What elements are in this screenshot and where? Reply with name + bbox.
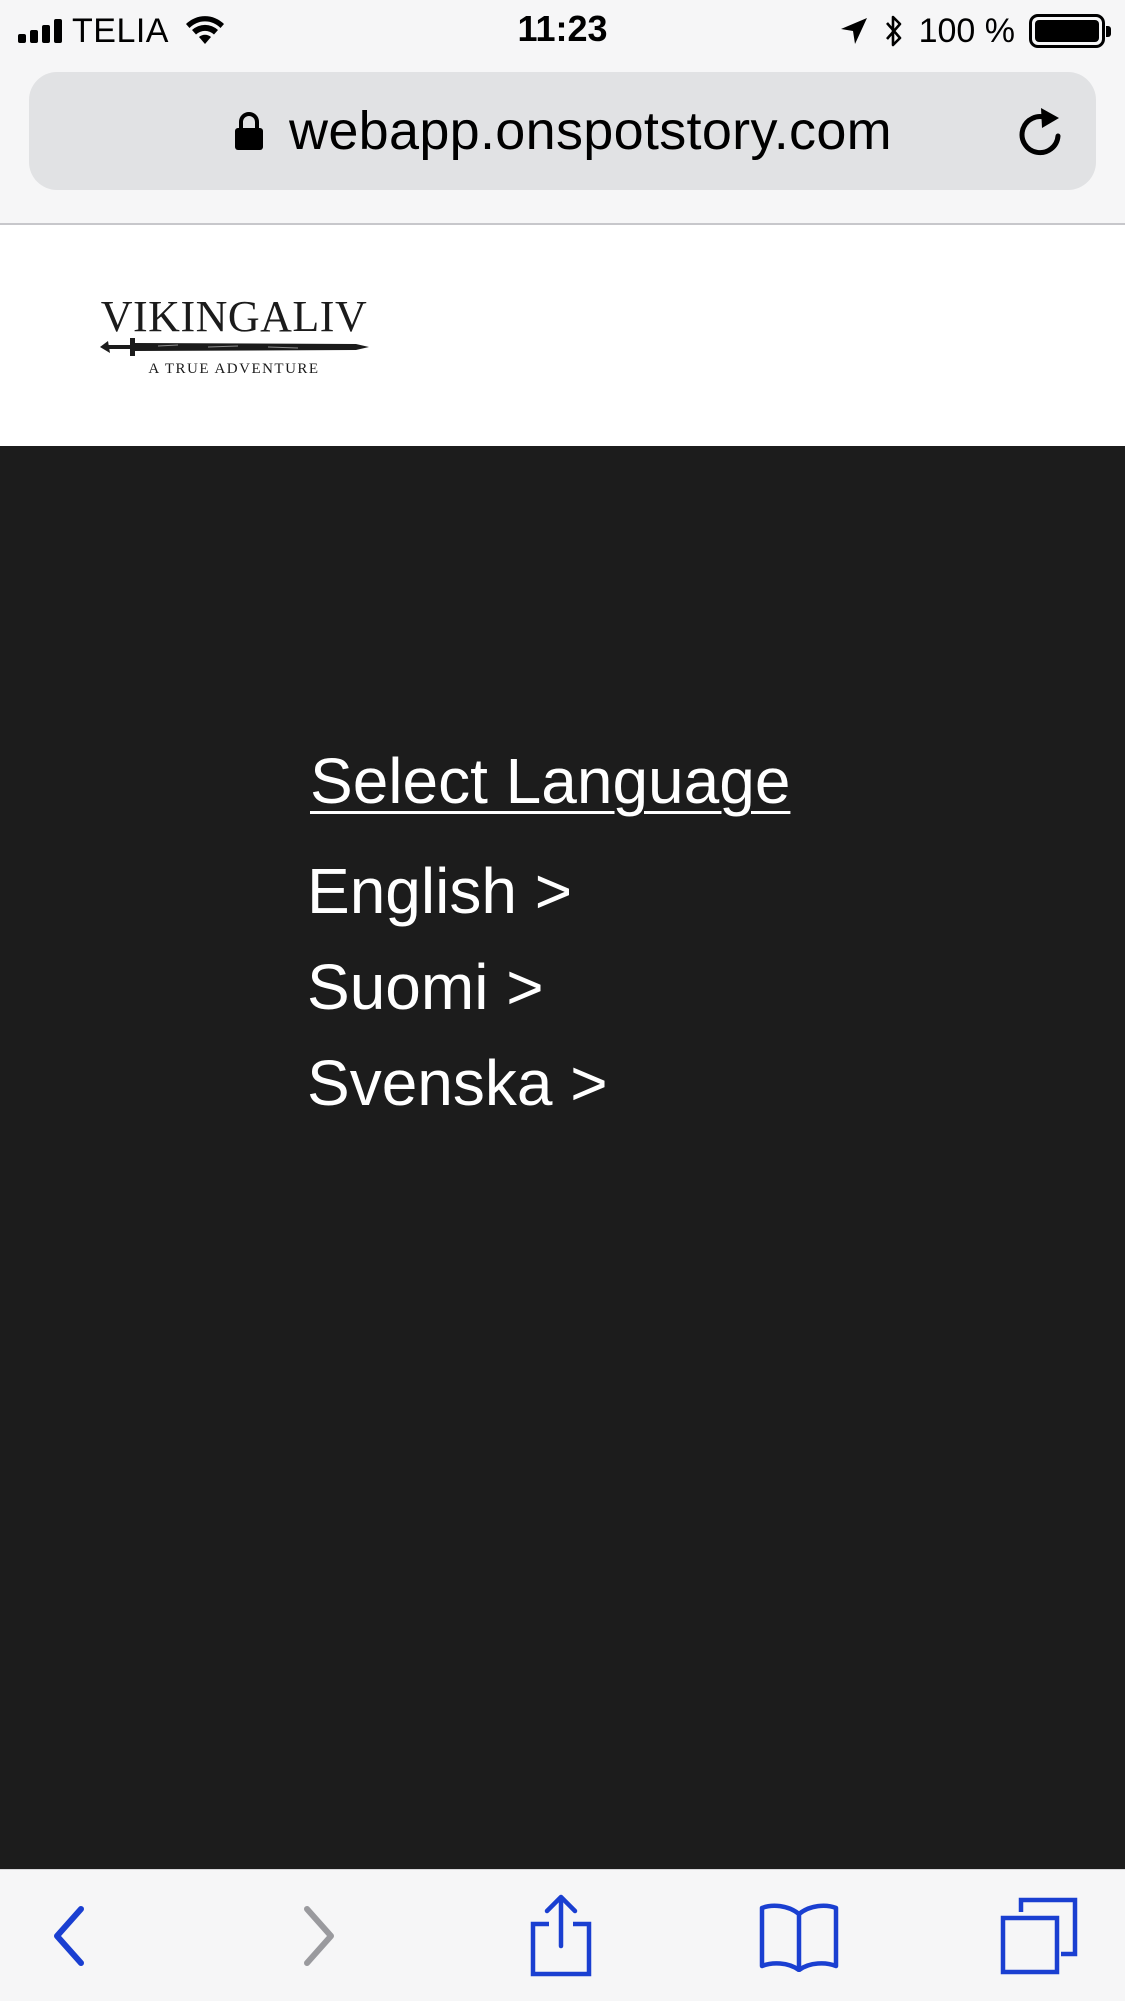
lock-icon: [235, 112, 264, 150]
bluetooth-icon: [885, 15, 901, 47]
sword-icon: [100, 338, 369, 356]
site-header: VIKINGALIV A TRUE ADVENTURE: [0, 225, 1125, 446]
logo-subtitle: A TRUE ADVENTURE: [148, 361, 320, 377]
language-option-svenska[interactable]: Svenska >: [307, 1046, 608, 1120]
share-icon: [530, 1894, 592, 1977]
battery-percentage: 100 %: [918, 11, 1015, 50]
forward-icon: [304, 1906, 334, 1966]
url-text[interactable]: webapp.onspotstory.com: [289, 100, 892, 162]
location-arrow-icon: [840, 18, 867, 44]
tabs-button[interactable]: [994, 1894, 1084, 1978]
bookmarks-icon: [759, 1903, 839, 1972]
browser-toolbar: [0, 1869, 1125, 2001]
reload-icon[interactable]: [1014, 102, 1070, 160]
status-right: 100 %: [839, 10, 1111, 52]
site-logo[interactable]: VIKINGALIV A TRUE ADVENTURE: [98, 291, 370, 391]
language-option-suomi[interactable]: Suomi >: [307, 950, 544, 1024]
back-icon: [54, 1906, 84, 1966]
select-language-heading[interactable]: Select Language: [310, 744, 790, 818]
bookmarks-button[interactable]: [754, 1894, 844, 1978]
status-bar: TELIA 11:23 100 %: [0, 0, 1125, 62]
tabs-icon: [1000, 1897, 1078, 1975]
battery-icon: [1029, 14, 1111, 48]
back-button[interactable]: [24, 1894, 114, 1978]
language-panel: Select Language English > Suomi > Svensk…: [0, 446, 1125, 1869]
forward-button[interactable]: [274, 1894, 364, 1978]
share-button[interactable]: [516, 1894, 606, 1978]
language-option-english[interactable]: English >: [307, 854, 572, 928]
address-bar[interactable]: webapp.onspotstory.com: [29, 72, 1096, 190]
address-bar-content[interactable]: webapp.onspotstory.com: [29, 72, 1096, 190]
